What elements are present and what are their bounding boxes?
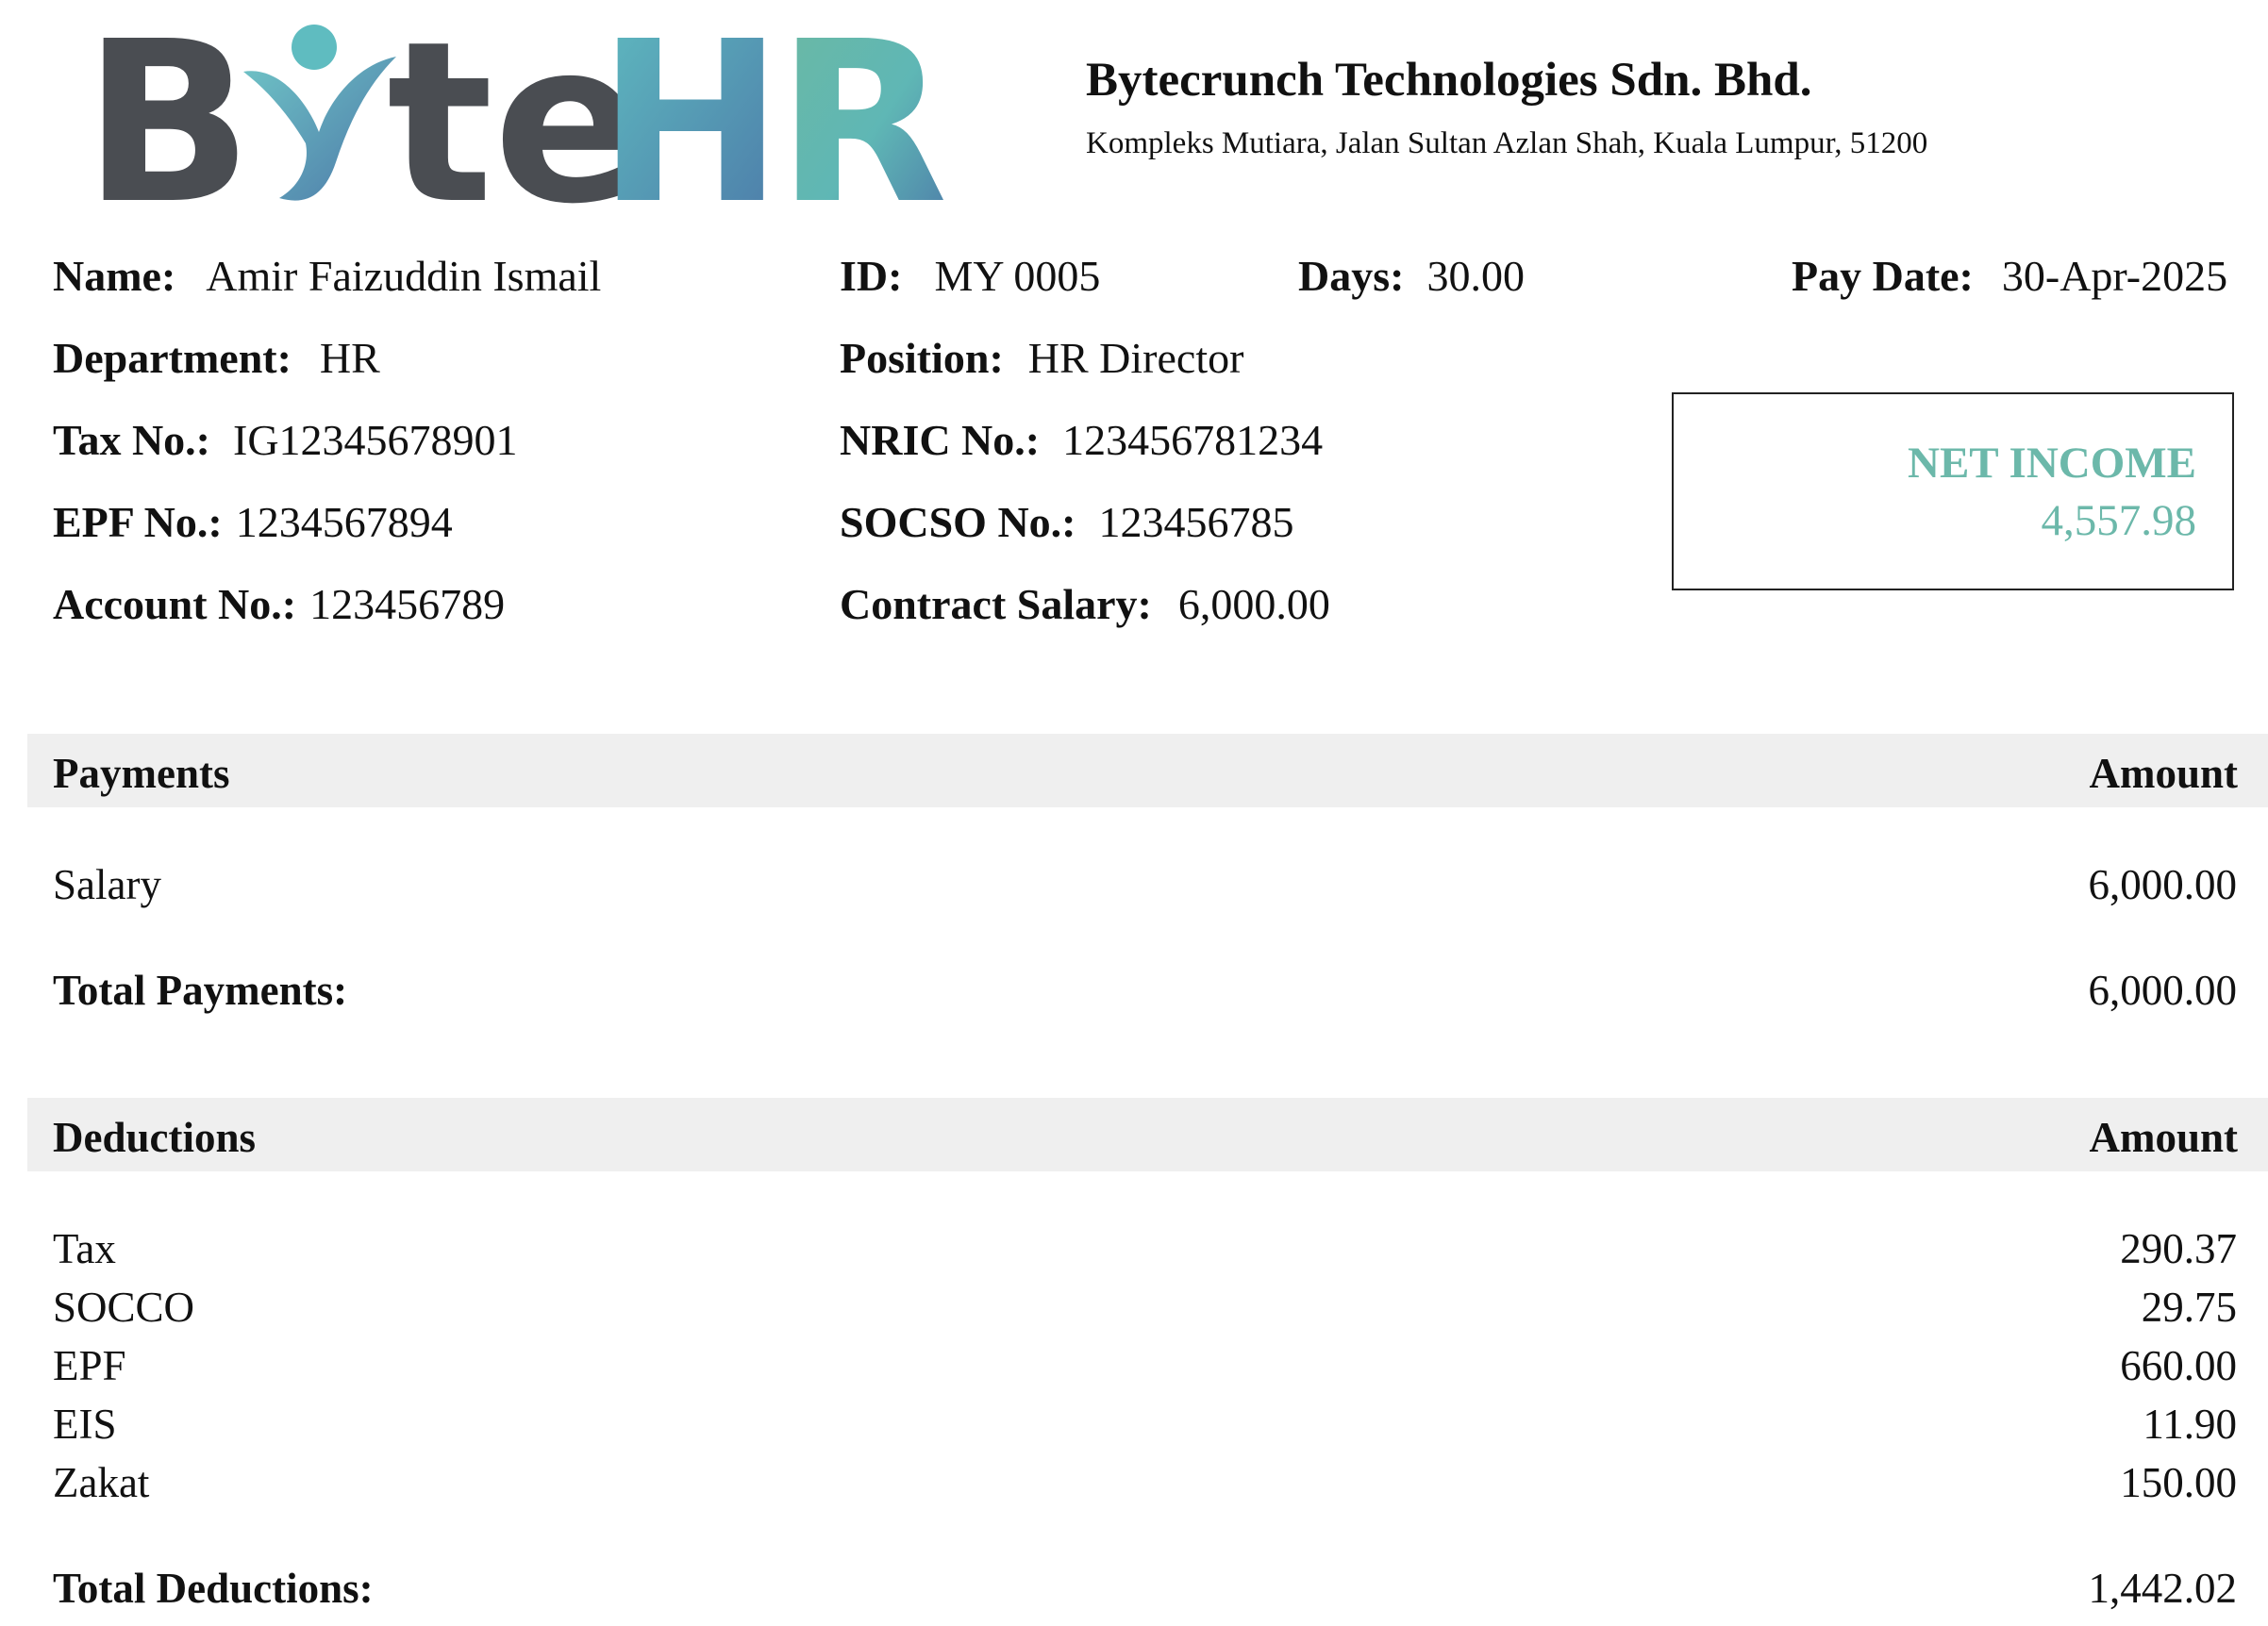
bytehr-logo-graphic: B te H R [83,0,948,253]
payslip-page: B te H R Bytecrunch Technologies Sdn. Bh… [0,0,2268,1626]
logo-letter-r: R [776,0,948,253]
company-name: Bytecrunch Technologies Sdn. Bhd. [1086,54,1812,107]
logo-figure-icon [243,25,396,201]
field-pay-date-label: Pay Date: [1792,252,1974,300]
total-deductions-label: Total Deductions: [53,1565,374,1612]
field-contract-salary-value: 6,000.00 [1177,580,1330,628]
field-department: Department: HR [53,337,380,380]
field-position-label: Position: [840,334,1004,382]
deduction-amount: 290.37 [2120,1225,2237,1272]
field-position-value: HR Director [1027,334,1244,382]
field-pay-date-value: 30-Apr-2025 [2001,252,2228,300]
net-income-label: NET INCOME [1908,439,2196,488]
field-epf-no: EPF No.: 1234567894 [53,501,453,544]
total-payments-value: 6,000.00 [2088,967,2238,1014]
field-socso-no-label: SOCSO No.: [840,498,1076,546]
field-days-value: 30.00 [1426,252,1525,300]
total-payments-label: Total Payments: [53,967,348,1014]
field-department-label: Department: [53,334,292,382]
payment-label: Salary [53,861,161,908]
deduction-label: Tax [53,1225,116,1272]
payments-header: Payments Amount [27,734,2268,807]
payments-header-label: Payments [53,750,230,797]
payments-amount-header: Amount [2089,750,2238,797]
deduction-label: EPF [53,1342,126,1389]
field-pay-date: Pay Date: 30-Apr-2025 [1792,255,2227,298]
field-department-value: HR [319,334,380,382]
deduction-amount: 660.00 [2120,1342,2237,1389]
field-id-value: MY 0005 [934,252,1101,300]
field-tax-no-value: IG12345678901 [233,416,518,464]
company-block: Bytecrunch Technologies Sdn. Bhd. Komple… [1086,53,1927,161]
logo-letter-h: H [597,0,784,253]
field-position: Position: HR Director [840,337,1243,380]
deductions-amount-header: Amount [2089,1114,2238,1161]
field-socso-no: SOCSO No.: 123456785 [840,501,1293,544]
field-tax-no: Tax No.: IG12345678901 [53,419,518,462]
deductions-header: Deductions Amount [27,1098,2268,1171]
field-tax-no-label: Tax No.: [53,416,210,464]
deduction-amount: 11.90 [2143,1401,2237,1448]
company-address: Kompleks Mutiara, Jalan Sultan Azlan Sha… [1086,126,1928,160]
field-contract-salary-label: Contract Salary: [840,580,1152,628]
field-contract-salary: Contract Salary: 6,000.00 [840,583,1330,626]
field-name-value: Amir Faizuddin Ismail [206,252,602,300]
field-days-label: Days: [1298,252,1405,300]
field-days: Days: 30.00 [1298,255,1525,298]
field-account-no: Account No.: 123456789 [53,583,505,626]
field-epf-no-label: EPF No.: [53,498,223,546]
deduction-label: SOCCO [53,1284,195,1331]
field-name-label: Name: [53,252,176,300]
field-socso-no-value: 123456785 [1098,498,1294,546]
field-name: Name: Amir Faizuddin Ismail [53,255,601,298]
deductions-header-label: Deductions [53,1114,257,1161]
field-account-no-label: Account No.: [53,580,297,628]
deduction-label: EIS [53,1401,117,1448]
deduction-amount: 29.75 [2141,1284,2237,1331]
deduction-label: Zakat [53,1459,150,1506]
field-id: ID: MY 0005 [840,255,1100,298]
net-income-value: 4,557.98 [2041,496,2197,545]
net-income-box: NET INCOME 4,557.98 [1672,392,2234,590]
field-nric: NRIC No.: 123456781234 [840,419,1323,462]
field-account-no-value: 123456789 [309,580,506,628]
logo-letter-b: B [83,0,253,253]
deduction-amount: 150.00 [2120,1459,2237,1506]
field-epf-no-value: 1234567894 [235,498,453,546]
bytehr-logo: B te H R [83,0,951,253]
field-nric-value: 123456781234 [1062,416,1324,464]
total-deductions-value: 1,442.02 [2088,1565,2238,1612]
payment-amount: 6,000.00 [2088,861,2238,908]
field-id-label: ID: [840,252,903,300]
field-nric-label: NRIC No.: [840,416,1041,464]
